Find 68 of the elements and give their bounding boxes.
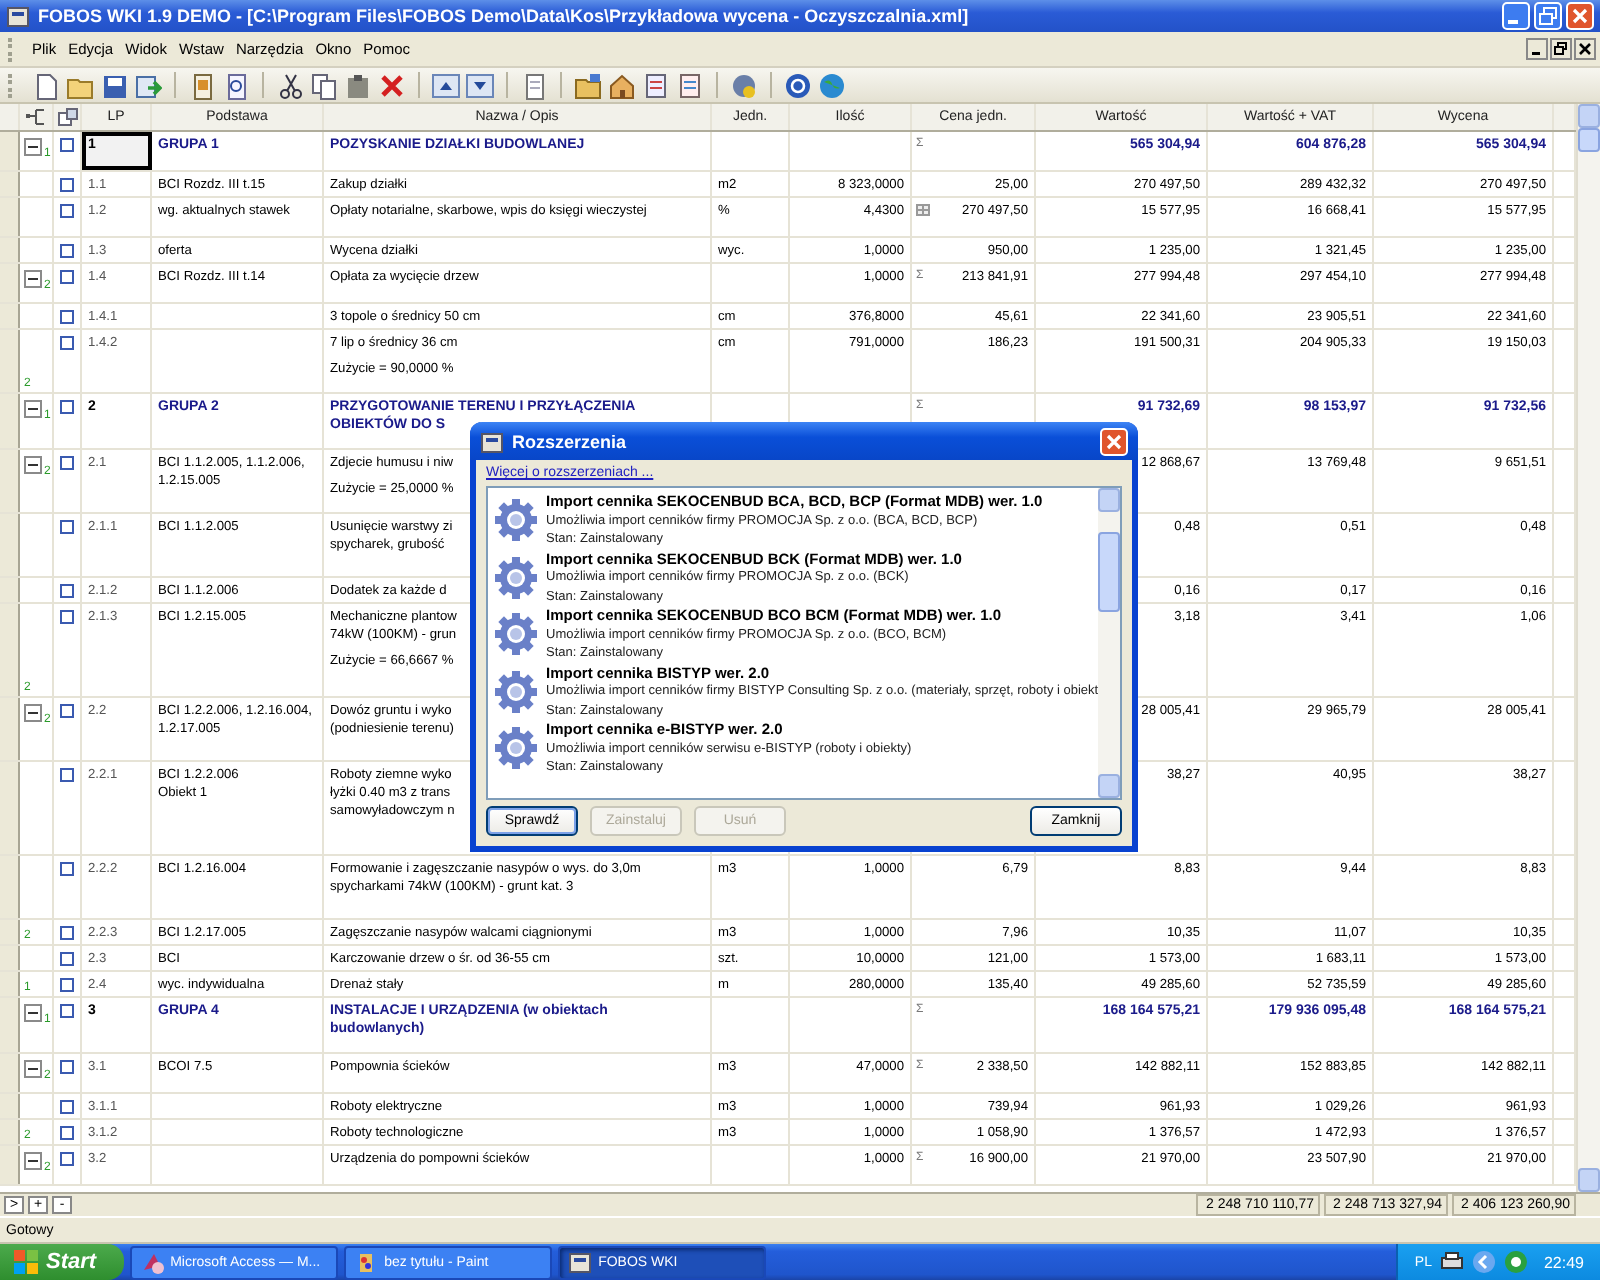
app-icon <box>568 1250 593 1274</box>
square-icon[interactable] <box>60 244 74 258</box>
square-icon[interactable] <box>60 1126 74 1140</box>
document-icon[interactable] <box>188 71 216 99</box>
collapse-icon[interactable] <box>24 456 42 474</box>
collapse-icon[interactable] <box>24 400 42 418</box>
square-icon[interactable] <box>60 520 74 534</box>
form-icon[interactable] <box>642 71 670 99</box>
sheet-icon[interactable] <box>676 71 704 99</box>
copy-icon[interactable] <box>310 71 338 99</box>
square-icon[interactable] <box>60 1152 74 1166</box>
square-icon[interactable] <box>60 952 74 966</box>
window-title: FOBOS WKI 1.9 DEMO - [C:\Program Files\FOBOS Demo\Data\Kos\Przykładowa wycena - Oczyszczalnia.xml] <box>38 6 971 26</box>
gear-icon <box>494 555 538 600</box>
export-icon[interactable] <box>134 71 162 99</box>
printer-icon[interactable] <box>1439 1252 1464 1272</box>
cut-icon[interactable] <box>276 71 304 99</box>
disc-icon[interactable] <box>730 71 758 99</box>
status-icon[interactable] <box>1503 1250 1528 1274</box>
square-icon[interactable] <box>60 138 74 152</box>
save-icon[interactable] <box>100 71 128 99</box>
collapse-icon[interactable] <box>24 138 42 156</box>
house-icon[interactable] <box>608 71 636 99</box>
square-icon[interactable] <box>60 336 74 350</box>
gear-icon <box>494 498 538 543</box>
scrollbar[interactable] <box>1098 488 1120 798</box>
square-icon[interactable] <box>60 1100 74 1114</box>
collapse-icon[interactable] <box>24 1004 42 1022</box>
dialog-title: Rozszerzenia <box>512 431 629 451</box>
gear-icon <box>494 726 538 771</box>
gear-icon <box>494 612 538 657</box>
scrollbar[interactable] <box>1576 104 1600 1192</box>
square-icon[interactable] <box>60 610 74 624</box>
grid-icon[interactable] <box>56 106 78 128</box>
collapse-icon[interactable] <box>24 1152 42 1170</box>
restore-icon[interactable] <box>1550 38 1572 60</box>
square-icon[interactable] <box>60 1060 74 1074</box>
collapse-icon[interactable] <box>24 270 42 288</box>
collapse-icon[interactable] <box>24 1060 42 1078</box>
globe-icon[interactable] <box>818 71 846 99</box>
windows-flag-icon <box>12 1248 40 1276</box>
square-icon[interactable] <box>60 768 74 782</box>
tree-icon[interactable] <box>25 108 47 126</box>
square-icon[interactable] <box>60 270 74 284</box>
square-icon[interactable] <box>60 310 74 324</box>
delete-icon[interactable] <box>378 71 406 99</box>
square-icon[interactable] <box>60 862 74 876</box>
minimize-icon[interactable] <box>1526 38 1548 60</box>
square-icon[interactable] <box>60 204 74 218</box>
square-icon[interactable] <box>60 704 74 718</box>
app-icon <box>480 429 504 453</box>
app-icon <box>6 4 30 28</box>
magnifier-page-icon[interactable] <box>222 71 250 99</box>
close-icon[interactable] <box>1574 38 1596 60</box>
square-icon[interactable] <box>60 1004 74 1018</box>
folder-icon[interactable] <box>574 71 602 99</box>
help-icon[interactable] <box>784 71 812 99</box>
gear-icon <box>494 669 538 714</box>
collapse-icon[interactable] <box>24 704 42 722</box>
square-icon[interactable] <box>60 400 74 414</box>
clock: 22:49 <box>1543 1253 1584 1271</box>
square-icon[interactable] <box>60 926 74 940</box>
square-icon[interactable] <box>60 584 74 598</box>
paste-icon[interactable] <box>344 71 372 99</box>
square-icon[interactable] <box>60 978 74 992</box>
page-icon[interactable] <box>520 71 548 99</box>
square-icon[interactable] <box>60 456 74 470</box>
square-icon[interactable] <box>60 178 74 192</box>
